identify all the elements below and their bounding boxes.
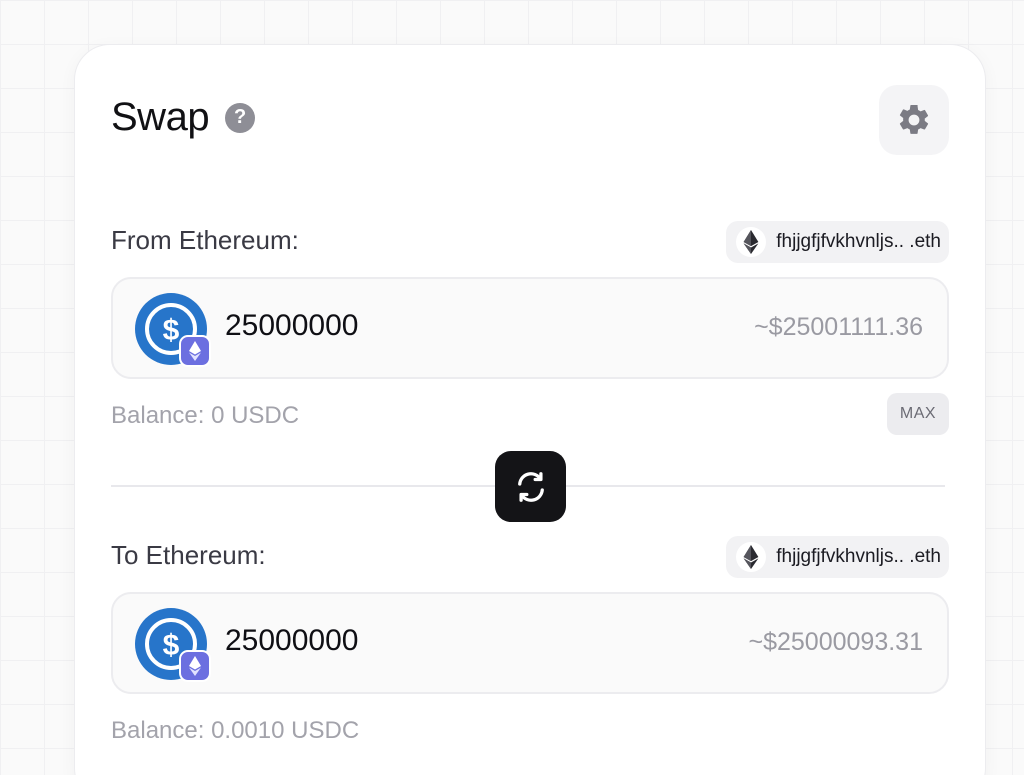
question-circle-icon[interactable]: ? xyxy=(225,102,256,133)
usdc-icon[interactable]: $ xyxy=(135,293,211,367)
from-wallet-address: fhjjgfjfvkhvnljs.. .eth xyxy=(776,231,941,252)
to-usd-value: ~$25000093.31 xyxy=(748,628,924,656)
usdc-icon[interactable]: $ xyxy=(135,608,211,682)
ethereum-icon xyxy=(179,335,211,367)
ethereum-icon xyxy=(736,227,767,257)
from-wallet-pill[interactable]: fhjjgfjfvkhvnljs.. .eth xyxy=(726,221,949,263)
from-label: From Ethereum: xyxy=(111,225,299,255)
ethereum-icon xyxy=(179,650,211,682)
max-button[interactable]: MAX xyxy=(887,393,949,435)
to-label: To Ethereum: xyxy=(111,540,266,570)
swap-direction-button[interactable] xyxy=(495,451,566,522)
to-wallet-pill[interactable]: fhjjgfjfvkhvnljs.. .eth xyxy=(726,536,949,578)
ethereum-icon xyxy=(736,542,767,572)
swap-header: Swap ? xyxy=(111,95,256,140)
to-wallet-address: fhjjgfjfvkhvnljs.. .eth xyxy=(776,546,941,567)
gear-icon xyxy=(899,104,929,134)
to-balance: Balance: 0.0010 USDC xyxy=(111,717,360,744)
swap-arrows-icon xyxy=(517,471,544,502)
from-usd-value: ~$25001111.36 xyxy=(754,313,923,341)
svg-text:$: $ xyxy=(163,629,180,662)
from-amount-input[interactable]: 25000000 xyxy=(225,309,358,343)
settings-button[interactable] xyxy=(879,85,949,155)
swap-card: Swap ? From Ethereum: fhjjgfjfvkhvnljs..… xyxy=(74,44,986,775)
svg-text:$: $ xyxy=(163,314,180,347)
to-amount-box[interactable]: $ 25000000 ~$25000093.31 xyxy=(111,592,949,694)
to-amount-value: 25000000 xyxy=(225,624,359,657)
page-title: Swap xyxy=(111,95,210,139)
from-amount-box[interactable]: $ 25000000 ~$25001111.36 xyxy=(111,277,949,379)
from-balance: Balance: 0 USDC xyxy=(111,402,300,429)
